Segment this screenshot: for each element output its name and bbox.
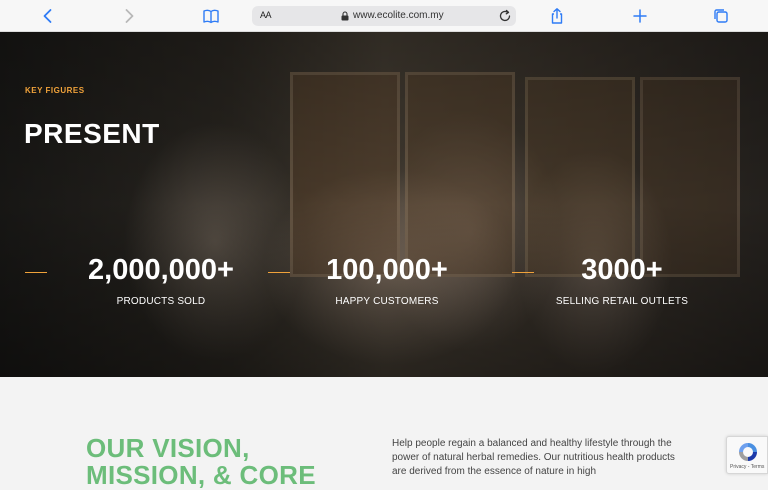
text-size-button[interactable]: AA <box>260 10 272 20</box>
stat-label: PRODUCTS SOLD <box>116 296 206 307</box>
recaptcha-badge[interactable]: Privacy - Terms <box>726 436 768 474</box>
tabs-icon <box>714 9 728 23</box>
forward-button[interactable] <box>117 4 141 28</box>
stat-retail-outlets: 3000+ SELLING RETAIL OUTLETS <box>512 254 732 307</box>
reload-icon[interactable] <box>498 9 512 23</box>
stat-value: 2,000,000+ <box>88 254 234 286</box>
hero-photo-overlay <box>0 32 768 377</box>
vision-paragraph: Help people regain a balanced and health… <box>392 438 675 477</box>
hero-headline: PRESENT <box>24 118 160 149</box>
recaptcha-icon <box>739 443 757 461</box>
section-kicker: KEY FIGURES <box>25 86 85 95</box>
share-button[interactable] <box>545 4 569 28</box>
stat-products-sold: 2,000,000+ PRODUCTS SOLD <box>51 254 271 307</box>
url-text: www.ecolite.com.my <box>353 10 444 21</box>
new-tab-button[interactable] <box>628 4 652 28</box>
stat-label: HAPPY CUSTOMERS <box>335 296 439 307</box>
stat-value: 100,000+ <box>326 254 448 286</box>
lock-icon <box>341 11 349 21</box>
hero-banner: KEY FIGURES PRESENT 2,000,000+ PRODUCTS … <box>0 32 768 377</box>
address-bar[interactable]: AA www.ecolite.com.my <box>252 6 516 26</box>
book-icon <box>203 9 219 24</box>
vision-heading-line: MISSION, & CORE <box>86 460 316 490</box>
chevron-right-icon <box>125 9 134 23</box>
recaptcha-links[interactable]: Privacy - Terms <box>730 464 764 470</box>
tabs-button[interactable] <box>709 4 733 28</box>
vision-section: OUR VISION, MISSION, & CORE Help people … <box>0 377 768 489</box>
stat-happy-customers: 100,000+ HAPPY CUSTOMERS <box>277 254 497 307</box>
stat-value: 3000+ <box>581 254 663 286</box>
stat-divider <box>25 272 47 273</box>
plus-icon <box>633 9 647 23</box>
back-button[interactable] <box>36 4 60 28</box>
share-icon <box>551 8 563 24</box>
vision-heading-line: OUR VISION, <box>86 433 250 463</box>
vision-heading: OUR VISION, MISSION, & CORE <box>86 435 316 489</box>
bookmarks-button[interactable] <box>199 4 223 28</box>
browser-toolbar: AA www.ecolite.com.my <box>0 0 768 32</box>
stat-label: SELLING RETAIL OUTLETS <box>555 296 689 307</box>
chevron-left-icon <box>43 9 52 23</box>
